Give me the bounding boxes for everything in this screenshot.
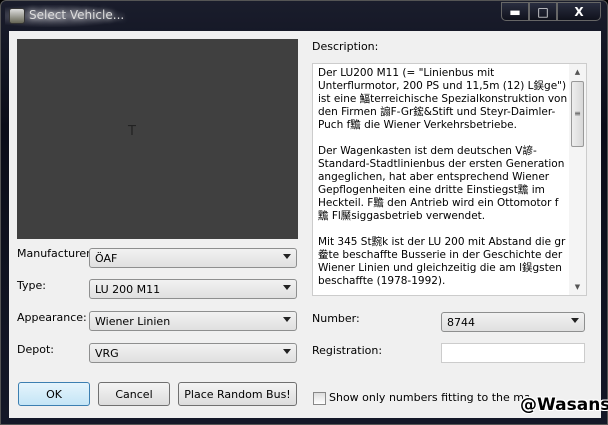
number-label: Number: (312, 312, 360, 325)
description-textbox[interactable]: Der LU200 M11 (= "Linienbus mit Unterflu… (312, 63, 587, 296)
cancel-button[interactable]: Cancel (98, 382, 170, 406)
depot-select[interactable]: VRG (89, 343, 297, 363)
scrollbar-thumb[interactable]: ≡ (571, 81, 584, 147)
depot-filter-label[interactable]: Show only numbers fitting to the map's d… (329, 391, 529, 404)
minimize-button[interactable]: ▬ (501, 2, 529, 21)
depot-value: VRG (95, 347, 119, 360)
maximize-button[interactable]: □ (529, 2, 557, 21)
appearance-select[interactable]: Wiener Linien (89, 311, 297, 331)
scroll-down-icon[interactable]: ▼ (569, 279, 586, 295)
number-select[interactable]: 8744 (441, 312, 585, 332)
manufacturer-label: Manufacturer: (17, 247, 95, 260)
description-text: Der LU200 M11 (= "Linienbus mit Unterflu… (318, 67, 568, 287)
place-random-bus-button[interactable]: Place Random Bus! (178, 382, 297, 406)
vehicle-model-icon: T (128, 124, 136, 139)
manufacturer-value: ÖAF (95, 252, 118, 265)
depot-label: Depot: (17, 343, 54, 356)
chevron-down-icon (283, 349, 291, 354)
type-value: LU 200 M11 (95, 283, 161, 296)
appearance-label: Appearance: (17, 311, 87, 324)
description-scrollbar[interactable]: ▲ ≡ ▼ (569, 64, 586, 295)
chevron-down-icon (283, 317, 291, 322)
type-label: Type: (17, 279, 46, 292)
chevron-down-icon (571, 318, 579, 323)
dialog-client: T Manufacturer: ÖAF Type: LU 200 M11 App… (9, 31, 601, 418)
ok-button[interactable]: OK (18, 382, 90, 406)
type-select[interactable]: LU 200 M11 (89, 279, 297, 299)
registration-input[interactable] (441, 343, 585, 363)
description-label: Description: (312, 40, 379, 53)
chevron-down-icon (283, 254, 291, 259)
manufacturer-select[interactable]: ÖAF (89, 248, 297, 268)
close-button[interactable]: X (557, 2, 601, 21)
depot-filter-checkbox[interactable] (313, 392, 326, 405)
number-value: 8744 (447, 316, 475, 329)
chevron-down-icon (283, 285, 291, 290)
vehicle-preview[interactable]: T (17, 39, 298, 239)
registration-label: Registration: (312, 344, 383, 357)
appearance-value: Wiener Linien (95, 315, 171, 328)
scroll-up-icon[interactable]: ▲ (569, 64, 586, 80)
app-icon (9, 8, 25, 24)
watermark: @Wasans (520, 395, 608, 415)
window-title: Select Vehicle... (29, 8, 125, 22)
select-vehicle-window: Select Vehicle... ▬ □ X T Manufacturer: … (0, 0, 608, 425)
